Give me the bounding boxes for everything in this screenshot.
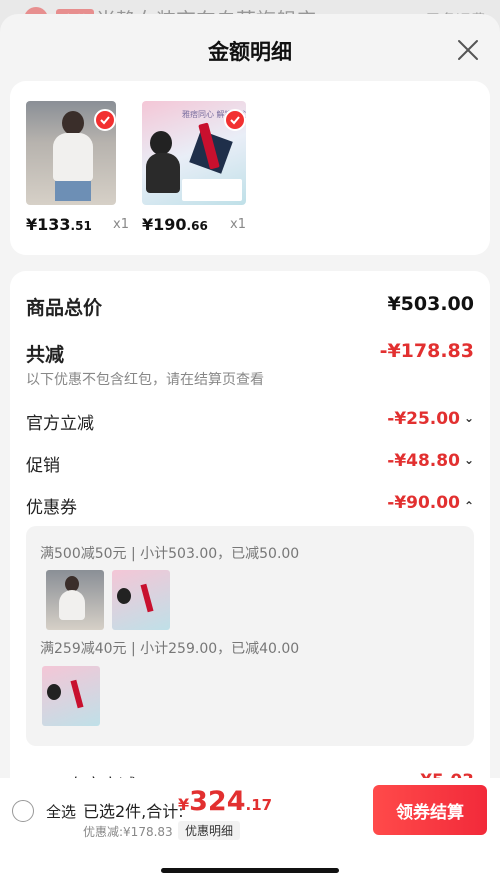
product-item-1[interactable]: ¥133.51 — [26, 101, 116, 234]
total-amount: ¥324.17 — [178, 786, 273, 817]
reduce-note: 以下优惠不包含红包，请在结算页查看 — [26, 372, 264, 388]
coupon-row[interactable]: -¥90.00 ⌃ — [387, 493, 474, 513]
checkout-bar: 全选 已选2件,合计: ¥324.17 优惠减:¥178.83 优惠明细 领券结… — [0, 778, 500, 884]
coupon-value: -¥90.00 — [387, 493, 460, 513]
official-reduce-value: -¥25.00 — [387, 409, 460, 429]
coupon-product-thumb-1 — [46, 570, 104, 630]
product-image-1[interactable] — [26, 101, 116, 205]
close-icon[interactable] — [456, 38, 480, 62]
coupon-product-thumb-3 — [42, 666, 100, 726]
promo-label: 促销 — [26, 456, 60, 476]
chevron-down-icon[interactable]: ⌄ — [464, 411, 474, 425]
coupon-rule-1: 满500减50元 | 小计503.00，已减50.00 — [40, 546, 300, 562]
selected-check-icon[interactable] — [224, 109, 246, 131]
discount-summary: 优惠减:¥178.83 — [83, 825, 173, 839]
coupon-product-thumb-2 — [112, 570, 170, 630]
chevron-down-icon[interactable]: ⌄ — [464, 453, 474, 467]
product-qty-1: x1 — [113, 217, 129, 232]
product-item-2[interactable]: 雅痞同心 解锁真心 ¥190.66 — [142, 101, 246, 234]
selected-count-text: 已选2件,合计: — [83, 802, 184, 821]
official-reduce-row[interactable]: -¥25.00 ⌄ — [387, 409, 474, 429]
product-image-2[interactable]: 雅痞同心 解锁真心 — [142, 101, 246, 205]
product-qty-2: x1 — [230, 217, 246, 232]
product-price-2: ¥190.66 — [142, 215, 208, 234]
total-label: 商品总价 — [26, 297, 103, 319]
total-value: ¥503.00 — [387, 293, 474, 315]
checkout-button[interactable]: 领券结算 — [373, 785, 487, 835]
coupon-breakdown: 满500减50元 | 小计503.00，已减50.00 满259减40元 | 小… — [26, 526, 474, 746]
reduce-value: -¥178.83 — [379, 340, 474, 362]
sheet-title: 金额明细 — [208, 40, 292, 64]
promo-value: -¥48.80 — [387, 451, 460, 471]
amount-detail-sheet: 金额明细 ¥133.51 x1 雅痞同心 解锁真心 ¥190.66 x1 商品总… — [0, 14, 500, 884]
official-reduce-label: 官方立减 — [26, 414, 94, 434]
reduce-label: 共减 — [26, 344, 65, 366]
summary-card: 商品总价 ¥503.00 共减 -¥178.83 以下优惠不包含红包，请在结算页… — [10, 271, 490, 811]
chevron-up-icon[interactable]: ⌃ — [464, 499, 474, 513]
coupon-label: 优惠券 — [26, 498, 77, 518]
coupon-rule-2: 满259减40元 | 小计259.00，已减40.00 — [40, 641, 300, 657]
discount-detail-button[interactable]: 优惠明细 — [178, 821, 241, 840]
promo-row[interactable]: -¥48.80 ⌄ — [387, 451, 474, 471]
home-indicator — [161, 868, 339, 873]
select-all-radio[interactable] — [12, 800, 34, 822]
product-card: ¥133.51 x1 雅痞同心 解锁真心 ¥190.66 x1 — [10, 81, 490, 255]
select-all-label[interactable]: 全选 — [46, 801, 76, 822]
product-price-1: ¥133.51 — [26, 215, 92, 234]
selected-check-icon[interactable] — [94, 109, 116, 131]
